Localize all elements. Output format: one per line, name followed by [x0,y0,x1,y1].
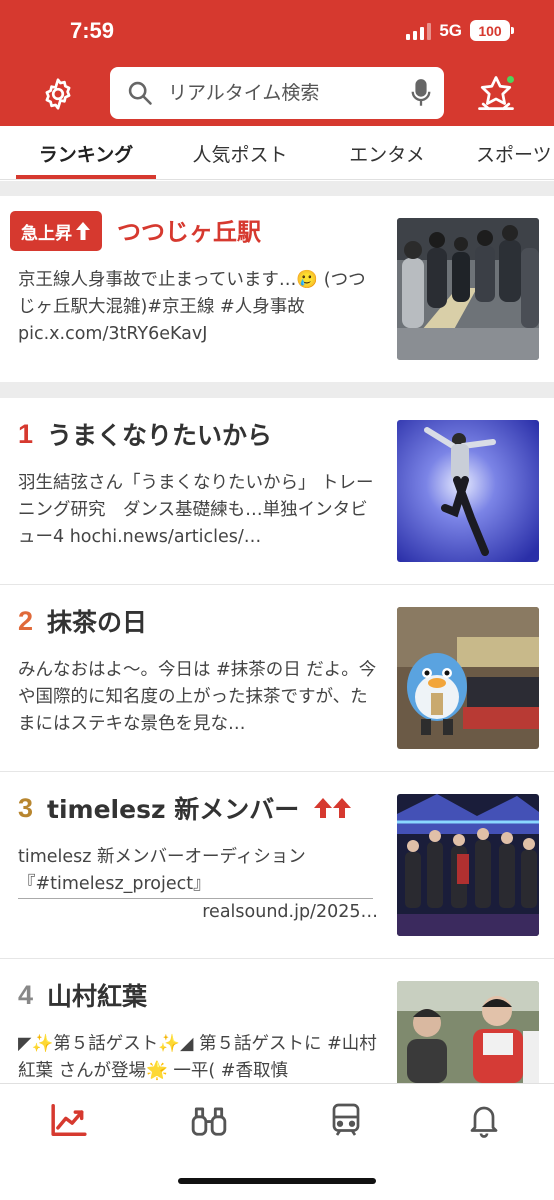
surge-badge: 急上昇 [10,211,102,251]
nav-explore[interactable] [179,1098,239,1142]
ranking-thumbnail [397,981,539,1083]
dancer-image [397,420,539,562]
tab-entertainment[interactable]: エンタメ [333,126,441,180]
ranking-title: 1 うまくなりたいから [18,416,272,452]
notification-dot [505,74,516,85]
surge-thumbnail [397,218,539,360]
status-time: 7:59 [70,18,115,43]
trending-button[interactable] [474,72,518,116]
ranking-desc-line: realsound.jp/2025… [202,902,378,922]
rank-number: 4 [18,979,34,1010]
ranking-desc: みんなおはよ〜。今日は #抹茶の日 だよ。今や国際的に知名度の上がった抹茶ですが… [18,660,377,734]
ranking-title: 2 抹茶の日 [18,603,147,639]
ranking-desc: timelesz 新メンバーオーディション 『#timelesz_project… [18,844,378,928]
ranking-title-text: 抹茶の日 [47,608,148,637]
rank-number: 3 [18,792,34,823]
rank-number: 1 [18,418,34,449]
surge-title: つつじヶ丘駅 [117,218,261,246]
tab-popular-posts[interactable]: 人気ポスト [180,126,300,180]
settings-button[interactable] [38,74,78,114]
surge-badge-label: 急上昇 [21,223,72,244]
section-divider [0,382,554,398]
surge-desc: 京王線人身事故で止まっています…🥲 (つつじヶ丘駅大混雑)#京王線 #人身事故 … [18,270,366,344]
status-indicators: 5G 100 [406,20,514,41]
battery-icon: 100 [470,20,514,41]
ranking-desc: 羽生結弦さん「うまくなりたいから」 トレーニング研究 ダンス基礎練も…単独インタ… [18,473,374,547]
rank-number: 2 [18,605,34,636]
tab-sports[interactable]: スポーツ [476,126,554,180]
stage-group-image [397,794,539,936]
trend-chart-icon [51,1104,87,1136]
app-screen: 7:59 5G 100 リアルタイム検索 ランキング 人気ポスト エンタメ スポ… [0,0,554,1200]
ranking-title: 3 timelesz 新メンバー [18,790,353,826]
ranking-title-text: 山村紅葉 [47,982,148,1011]
ranking-thumbnail [397,420,539,562]
search-bar[interactable] [110,67,444,119]
nav-ranking[interactable] [39,1098,99,1142]
app-header: 7:59 5G 100 [0,0,554,126]
mascot-image [397,607,539,749]
signal-icon [406,22,432,40]
rising-arrows-icon [314,798,352,818]
ranking-desc-line: 『#timelesz_project』 [18,871,373,899]
mic-icon[interactable] [410,79,432,107]
train-icon [332,1103,360,1136]
ranking-thumbnail [397,607,539,749]
gear-icon [45,78,71,110]
ranking-desc: ◤✨第５話ゲスト✨◢ 第５話ゲストに #山村紅葉 さんが登場🌟 一平( #香取慎 [18,1034,377,1081]
nav-notifications[interactable] [454,1098,514,1142]
category-tabs: ランキング 人気ポスト エンタメ スポーツ [0,126,554,180]
bell-icon [470,1106,498,1138]
search-input[interactable] [168,82,398,104]
binoculars-icon [191,1107,227,1136]
crowded-station-image [397,218,539,360]
home-indicator[interactable] [178,1178,376,1184]
tab-ranking[interactable]: ランキング [16,126,156,180]
network-label: 5G [439,20,462,40]
active-tab-indicator [16,175,156,179]
ranking-title-text: うまくなりたいから [47,421,273,450]
ranking-title: 4 山村紅葉 [18,977,147,1013]
nav-transit[interactable] [316,1098,376,1142]
arrow-up-icon [76,222,90,240]
search-icon [128,81,152,105]
section-divider [0,181,554,196]
ranking-thumbnail [397,794,539,936]
battery-level: 100 [478,22,502,39]
ranking-title-text: timelesz 新メンバー [47,795,300,824]
actors-image [397,981,539,1083]
ranking-desc-line: timelesz 新メンバーオーディション [18,847,306,867]
